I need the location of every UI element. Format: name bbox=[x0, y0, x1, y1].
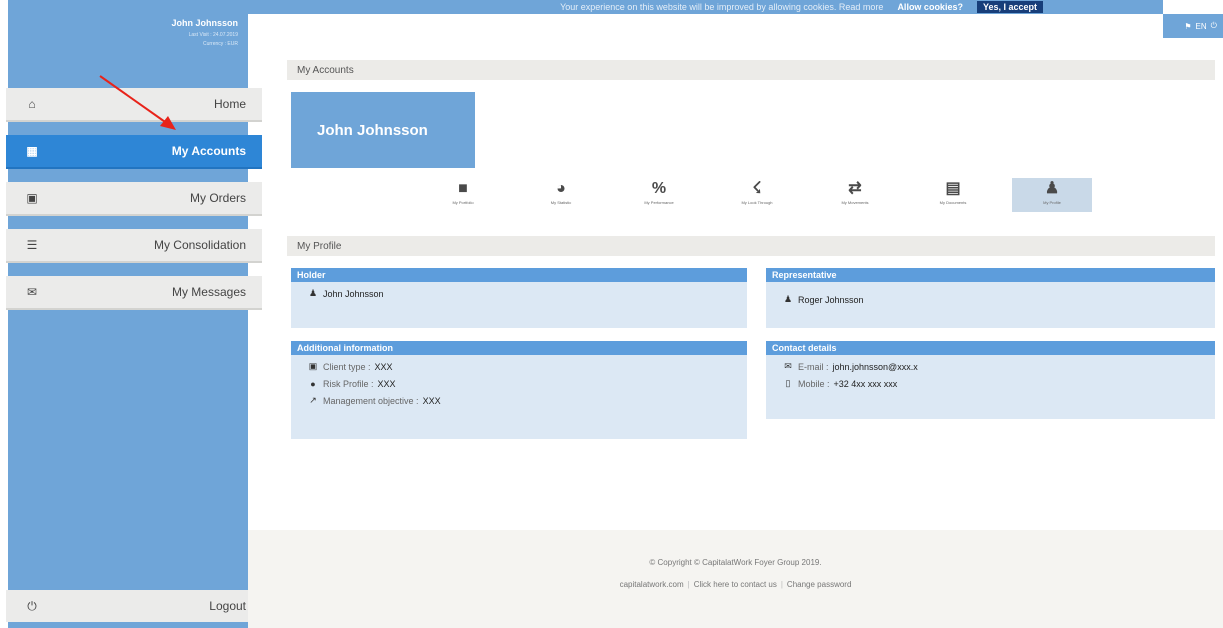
site-link[interactable]: capitalatwork.com bbox=[620, 580, 684, 589]
client-type-row: ▣ Client type : XXX bbox=[291, 358, 747, 375]
representative-title: Representative bbox=[766, 268, 1215, 282]
sitemap-icon: ☇ bbox=[752, 180, 762, 197]
last-visit: Last Visit : 24.07.2019 bbox=[188, 32, 238, 38]
home-icon: ⌂ bbox=[28, 97, 36, 111]
tile-my-profile[interactable]: ♟ My Profile bbox=[1012, 178, 1092, 212]
tile-my-look-through[interactable]: ☇ My Look Through bbox=[717, 178, 797, 212]
contact-title: Contact details bbox=[766, 341, 1215, 355]
holder-title: Holder bbox=[291, 268, 747, 282]
tile-my-portfolio[interactable]: ■ My Portfolio bbox=[423, 178, 503, 212]
nav-item-label: Home bbox=[213, 97, 246, 111]
user-icon: ♟ bbox=[783, 294, 793, 304]
nav-item-label: My Consolidation bbox=[153, 238, 246, 252]
cookie-message: Your experience on this website will be … bbox=[560, 2, 884, 12]
additional-info-panel: Additional information ▣ Client type : X… bbox=[291, 341, 747, 439]
nav-item-label: My Accounts bbox=[171, 144, 246, 158]
document-icon: ▤ bbox=[945, 180, 961, 197]
holder-panel: Holder ♟ John Johnsson bbox=[291, 268, 747, 328]
tile-my-statistic[interactable]: ◕ My Statistic bbox=[521, 178, 601, 212]
contact-panel: Contact details ✉ E-mail : john.johnsson… bbox=[766, 341, 1215, 419]
nav-item-my-messages[interactable]: ✉ My Messages bbox=[6, 276, 262, 310]
flag-icon: ⚑ bbox=[1184, 21, 1192, 31]
nav-item-my-orders[interactable]: ▣ My Orders bbox=[6, 182, 262, 216]
change-password-link[interactable]: Change password bbox=[787, 580, 851, 589]
mobile-value: +32 4xx xxx xxx bbox=[833, 378, 898, 389]
profile-section-title: My Profile bbox=[287, 236, 1215, 256]
line-chart-icon: ↗ bbox=[309, 395, 317, 405]
cookie-bar: Your experience on this website will be … bbox=[248, 0, 1163, 14]
percent-icon: % bbox=[651, 180, 667, 197]
tile-label: My Performance bbox=[644, 200, 674, 205]
footer-links: capitalatwork.com | Click here to contact … bbox=[248, 580, 1223, 589]
contact-link[interactable]: Click here to contact us bbox=[694, 580, 777, 589]
representative-panel: Representative ♟ Roger Johnsson bbox=[766, 268, 1215, 328]
section-title: My Accounts bbox=[287, 60, 1215, 80]
tile-label: My Documents bbox=[939, 200, 967, 205]
footer: © Copyright © CapitalatWork Foyer Group … bbox=[248, 530, 1223, 628]
nav-item-my-consolidation[interactable]: ☰ My Consolidation bbox=[6, 229, 262, 263]
email-value[interactable]: john.johnsson@xxx.x bbox=[833, 362, 918, 372]
binoculars-icon: ● bbox=[310, 378, 316, 389]
pie-chart-icon: ◕ bbox=[556, 180, 566, 197]
management-objective-value: XXX bbox=[422, 395, 441, 406]
currency: Currency : EUR bbox=[202, 41, 238, 47]
account-tiles: ■ My Portfolio ◕ My Statistic % My Perfo… bbox=[423, 178, 1093, 212]
grid-icon: ▦ bbox=[26, 144, 38, 158]
user-icon: ♟ bbox=[1044, 180, 1060, 197]
tile-my-movements[interactable]: ⇄ My Movements bbox=[815, 178, 895, 212]
user-icon: ♟ bbox=[308, 288, 318, 298]
management-objective-label: Management objective : bbox=[323, 395, 419, 406]
tile-my-performance[interactable]: % My Performance bbox=[619, 178, 699, 212]
risk-profile-value: XXX bbox=[377, 378, 396, 389]
email-label: E-mail : bbox=[798, 361, 829, 372]
allow-cookies-link[interactable]: Allow cookies? bbox=[897, 2, 963, 12]
logout-label: Logout bbox=[209, 599, 246, 613]
mobile-row: ▯ Mobile : +32 4xx xxx xxx bbox=[766, 375, 1215, 392]
power-icon: ⏻ bbox=[27, 598, 37, 613]
envelope-icon: ✉ bbox=[784, 361, 792, 371]
mobile-icon: ▯ bbox=[785, 378, 791, 388]
language-label: EN bbox=[1195, 21, 1207, 31]
client-card: John Johnsson bbox=[291, 92, 475, 168]
separator: | bbox=[687, 580, 690, 589]
page: John Johnsson Last Visit : 24.07.2019 Cu… bbox=[0, 0, 1223, 628]
logout-button[interactable]: ⏻ Logout bbox=[6, 590, 262, 622]
nav-item-my-accounts[interactable]: ▦ My Accounts bbox=[6, 135, 262, 169]
language-switcher[interactable]: ⚑ EN ⏻ bbox=[1163, 14, 1223, 38]
accept-cookies-button[interactable]: Yes, I accept bbox=[976, 1, 1043, 13]
user-name: John Johnsson bbox=[171, 18, 238, 28]
exchange-icon: ⇄ bbox=[848, 180, 862, 197]
user-info: John Johnsson Last Visit : 24.07.2019 Cu… bbox=[171, 18, 238, 49]
holder-name: John Johnsson bbox=[323, 288, 384, 299]
briefcase-icon: ■ bbox=[458, 180, 468, 197]
additional-info-title: Additional information bbox=[291, 341, 747, 355]
risk-profile-row: ● Risk Profile : XXX bbox=[291, 375, 747, 392]
tile-label: My Movements bbox=[841, 200, 869, 205]
copyright: © Copyright © CapitalatWork Foyer Group … bbox=[649, 558, 822, 567]
email-row: ✉ E-mail : john.johnsson@xxx.x bbox=[766, 358, 1215, 375]
management-objective-row: ↗ Management objective : XXX bbox=[291, 392, 747, 409]
money-icon: ▣ bbox=[26, 191, 38, 205]
representative-name: Roger Johnsson bbox=[798, 294, 864, 305]
representative-row: ♟ Roger Johnsson bbox=[766, 291, 1215, 308]
id-card-icon: ▣ bbox=[308, 361, 318, 371]
tile-label: My Statistic bbox=[550, 200, 572, 205]
nav-item-label: My Messages bbox=[171, 285, 246, 299]
mobile-label: Mobile : bbox=[798, 378, 830, 389]
list-icon: ☰ bbox=[26, 238, 38, 252]
nav-item-label: My Orders bbox=[189, 191, 246, 205]
power-icon[interactable]: ⏻ bbox=[1211, 21, 1217, 31]
tile-label: My Portfolio bbox=[452, 200, 474, 205]
holder-row: ♟ John Johnsson bbox=[291, 285, 747, 302]
risk-profile-label: Risk Profile : bbox=[323, 378, 374, 389]
tile-label: My Profile bbox=[1043, 200, 1061, 205]
client-type-label: Client type : bbox=[323, 361, 371, 372]
envelope-icon: ✉ bbox=[26, 285, 38, 299]
tile-label: My Look Through bbox=[741, 200, 773, 205]
tile-my-documents[interactable]: ▤ My Documents bbox=[913, 178, 993, 212]
separator: | bbox=[780, 580, 783, 589]
client-type-value: XXX bbox=[374, 361, 393, 372]
nav-item-home[interactable]: ⌂ Home bbox=[6, 88, 262, 122]
